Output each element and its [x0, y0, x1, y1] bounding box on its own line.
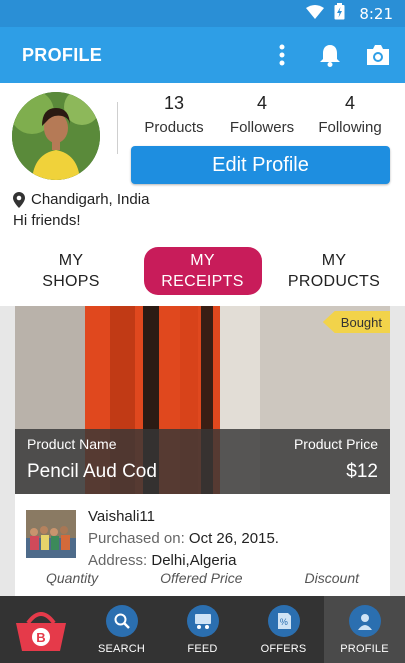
camera-icon [367, 45, 389, 65]
product-overlay: Product Name Product Price Pencil Aud Co… [15, 429, 390, 494]
receipts-list[interactable]: Bought Product Name Product Price Pencil… [0, 306, 405, 596]
address-value: Delhi,Algeria [151, 552, 237, 569]
app-bar: PROFILE [0, 27, 405, 83]
purchased-date: Oct 26, 2015. [188, 530, 279, 547]
seller-avatar[interactable] [26, 510, 76, 558]
notifications-button[interactable] [317, 42, 343, 68]
stat-following[interactable]: 4 Following [307, 93, 393, 136]
tab-label-line1: MY [190, 252, 215, 269]
product-image[interactable]: Bought Product Name Product Price Pencil… [15, 306, 390, 494]
bio-text: Hi friends! [13, 212, 81, 229]
stat-label: Following [318, 119, 382, 136]
more-options-button[interactable] [269, 42, 295, 68]
product-price: $12 [346, 461, 378, 482]
location-text: Chandigarh, India [31, 191, 150, 208]
nav-label: PROFILE [340, 643, 389, 655]
tab-label-line1: MY [321, 252, 347, 269]
receipt-metrics: Quantity Offered Price Discount [15, 570, 390, 586]
stat-value: 13 [163, 93, 185, 113]
nav-label: SEARCH [97, 643, 146, 655]
nav-offers[interactable]: % OFFERS [243, 596, 324, 663]
quantity-label: Quantity [45, 570, 99, 586]
status-bar: 8:21 [0, 0, 405, 27]
tab-label-line2: PRODUCTS [287, 273, 381, 290]
search-icon [105, 605, 138, 637]
stat-label: Followers [229, 119, 295, 136]
stat-value: 4 [344, 93, 355, 113]
tab-my-receipts[interactable]: MY RECEIPTS [143, 247, 262, 295]
status-time: 8:21 [359, 4, 393, 23]
brand-letter: B [36, 630, 46, 645]
bought-badge: Bought [322, 311, 390, 333]
nav-brand-basket[interactable]: B [0, 596, 81, 663]
bell-icon [320, 45, 340, 67]
camera-button[interactable] [365, 42, 391, 68]
product-name-label: Product Name [27, 436, 117, 452]
stat-products[interactable]: 13 Products [131, 93, 217, 136]
address-label: Address: [88, 552, 148, 569]
profile-icon [348, 605, 381, 637]
tab-my-products[interactable]: MY PRODUCTS [275, 247, 393, 295]
nav-label: OFFERS [260, 643, 307, 655]
stat-followers[interactable]: 4 Followers [219, 93, 305, 136]
nav-search[interactable]: SEARCH [81, 596, 162, 663]
battery-charging-icon [334, 3, 345, 24]
svg-text:%: % [279, 617, 287, 627]
stat-value: 4 [256, 93, 267, 113]
receipt-card[interactable]: Bought Product Name Product Price Pencil… [15, 306, 390, 596]
product-name: Pencil Aud Cod [27, 461, 157, 482]
nav-feed[interactable]: FEED [162, 596, 243, 663]
seller-info: Vaishali11 Purchased on: Oct 26, 2015. A… [88, 506, 279, 572]
offered-price-label: Offered Price [160, 570, 243, 586]
purchased-label: Purchased on: [88, 530, 185, 547]
nav-label: FEED [187, 643, 218, 655]
feed-icon [186, 605, 219, 637]
profile-header: 13 Products 4 Followers 4 Following Edit… [0, 83, 405, 233]
wifi-icon [306, 4, 325, 23]
avatar[interactable] [12, 92, 100, 180]
edit-profile-button[interactable]: Edit Profile [131, 146, 390, 184]
bottom-nav: B SEARCH FEED % OFFERS PROFILE [0, 596, 405, 663]
tab-label-line2: RECEIPTS [161, 273, 244, 290]
seller-name[interactable]: Vaishali11 [88, 506, 279, 528]
location: Chandigarh, India [13, 191, 149, 208]
offers-icon: % [267, 605, 300, 637]
tab-my-shops[interactable]: MY SHOPS [12, 247, 130, 295]
discount-label: Discount [304, 570, 360, 586]
more-vert-icon [279, 44, 285, 66]
nav-profile[interactable]: PROFILE [324, 596, 405, 663]
location-pin-icon [13, 191, 25, 208]
product-price-label: Product Price [293, 436, 378, 452]
profile-stats: 13 Products 4 Followers 4 Following [131, 93, 393, 136]
stat-label: Products [144, 119, 204, 136]
basket-logo-icon: B [15, 611, 66, 651]
tab-label-line1: MY [58, 252, 84, 269]
tab-label-line2: SHOPS [42, 273, 100, 290]
profile-tabs: MY SHOPS MY RECEIPTS MY PRODUCTS [0, 240, 405, 302]
divider [117, 102, 118, 154]
page-title: PROFILE [22, 44, 103, 65]
